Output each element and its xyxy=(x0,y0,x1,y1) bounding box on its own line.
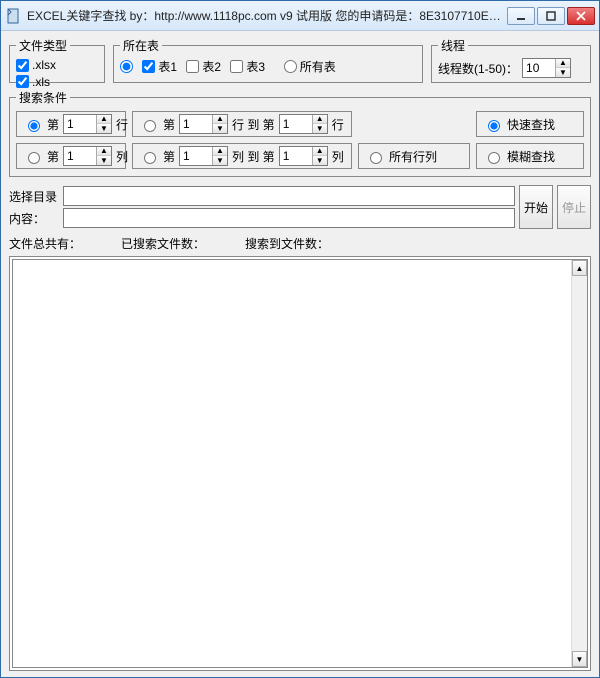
col-range-from[interactable] xyxy=(180,147,212,165)
found-files-label: 搜索到文件数： xyxy=(245,235,329,252)
fast-search-radio[interactable] xyxy=(488,120,500,132)
dir-input[interactable] xyxy=(63,186,515,206)
row-range-to[interactable] xyxy=(280,115,312,133)
tables-radio-all[interactable]: 所有表 xyxy=(284,58,336,75)
tables-group: 所在表 表1 表2 表3 所有表 xyxy=(113,37,423,83)
filetype-legend: 文件类型 xyxy=(16,37,70,54)
xlsx-checkbox[interactable]: .xlsx xyxy=(16,58,56,72)
row-range-from[interactable] xyxy=(180,115,212,133)
titlebar: EXCEL关键字查找 by：http://www.1118pc.com v9 试… xyxy=(1,1,599,31)
results-panel: ▲ ▼ xyxy=(9,256,591,671)
threads-up[interactable]: ▲ xyxy=(556,59,570,68)
content-input[interactable] xyxy=(63,208,515,228)
scroll-up-button[interactable]: ▲ xyxy=(572,260,587,276)
row-range-cell[interactable]: 第 ▲▼ 行 到 第 ▲▼ 行 xyxy=(132,111,352,137)
search-group: 搜索条件 第 ▲▼ 行 第 ▲▼ 行 到 第 ▲▼ 行 xyxy=(9,89,591,177)
threads-down[interactable]: ▼ xyxy=(556,68,570,77)
filetype-group: 文件类型 .xlsx .xls xyxy=(9,37,105,83)
row-single-radio[interactable] xyxy=(28,120,40,132)
scroll-down-button[interactable]: ▼ xyxy=(572,651,587,667)
fuzzy-search-radio[interactable] xyxy=(488,152,500,164)
scrollbar[interactable]: ▲ ▼ xyxy=(571,260,587,667)
tables-radio-specific[interactable] xyxy=(120,60,133,73)
threads-legend: 线程 xyxy=(438,37,468,54)
table2-checkbox[interactable]: 表2 xyxy=(186,58,221,75)
start-button[interactable]: 开始 xyxy=(519,185,553,229)
search-legend: 搜索条件 xyxy=(16,89,70,106)
col-range-radio[interactable] xyxy=(144,152,156,164)
stop-button[interactable]: 停止 xyxy=(557,185,591,229)
col-range-to[interactable] xyxy=(280,147,312,165)
threads-label: 线程数(1-50)： xyxy=(438,60,518,77)
row-range-radio[interactable] xyxy=(144,120,156,132)
threads-spinner[interactable]: ▲▼ xyxy=(522,58,571,78)
minimize-button[interactable] xyxy=(507,7,535,25)
col-single-value[interactable] xyxy=(64,147,96,165)
all-rows-cols-radio[interactable] xyxy=(370,152,382,164)
table1-checkbox[interactable]: 表1 xyxy=(142,58,177,75)
row-single-cell[interactable]: 第 ▲▼ 行 xyxy=(16,111,126,137)
results-list[interactable] xyxy=(12,259,588,668)
window-title: EXCEL关键字查找 by：http://www.1118pc.com v9 试… xyxy=(27,7,507,24)
col-single-radio[interactable] xyxy=(28,152,40,164)
table3-checkbox[interactable]: 表3 xyxy=(230,58,265,75)
close-button[interactable] xyxy=(567,7,595,25)
all-rows-cols-cell[interactable]: 所有行列 xyxy=(358,143,470,169)
col-range-cell[interactable]: 第 ▲▼ 列 到 第 ▲▼ 列 xyxy=(132,143,352,169)
app-icon xyxy=(5,8,21,24)
content-label: 内容： xyxy=(9,210,63,227)
row-single-value[interactable] xyxy=(64,115,96,133)
threads-input[interactable] xyxy=(523,59,555,77)
xls-checkbox[interactable]: .xls xyxy=(16,75,50,89)
client-area: 文件类型 .xlsx .xls 所在表 表1 表2 表3 所有表 线程 线程数(… xyxy=(1,31,599,677)
threads-group: 线程 线程数(1-50)： ▲▼ xyxy=(431,37,591,83)
app-window: EXCEL关键字查找 by：http://www.1118pc.com v9 试… xyxy=(0,0,600,678)
total-files-label: 文件总共有： xyxy=(9,235,81,252)
select-dir-label: 选择目录 xyxy=(9,188,63,205)
fuzzy-search-cell[interactable]: 模糊查找 xyxy=(476,143,584,169)
col-single-cell[interactable]: 第 ▲▼ 列 xyxy=(16,143,126,169)
tables-legend: 所在表 xyxy=(120,37,162,54)
fast-search-cell[interactable]: 快速查找 xyxy=(476,111,584,137)
maximize-button[interactable] xyxy=(537,7,565,25)
searched-files-label: 已搜索文件数： xyxy=(121,235,205,252)
window-buttons xyxy=(507,7,595,25)
stats-row: 文件总共有： 已搜索文件数： 搜索到文件数： xyxy=(9,235,591,252)
